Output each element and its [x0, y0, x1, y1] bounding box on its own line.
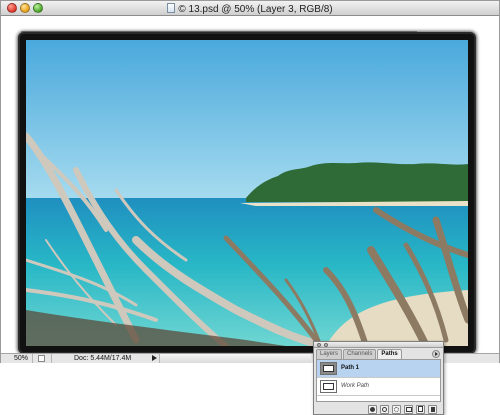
beach-photo — [26, 40, 468, 346]
path-row-path-1[interactable]: Path 1 — [317, 360, 440, 378]
fill-path-button[interactable] — [368, 404, 377, 414]
tab-paths[interactable]: Paths — [377, 349, 402, 359]
palette-menu-icon[interactable] — [432, 350, 440, 358]
palette-close-icon[interactable] — [317, 343, 321, 347]
document-icon — [167, 3, 176, 13]
new-path-icon — [418, 406, 423, 412]
path-name: Work Path — [341, 383, 370, 389]
palette-footer — [314, 403, 443, 415]
canvas-area[interactable] — [2, 17, 499, 353]
path-name: Path 1 — [341, 365, 360, 371]
tab-channels[interactable]: Channels — [343, 349, 377, 359]
make-work-path-button[interactable] — [404, 404, 413, 414]
zoom-level-field[interactable]: 50% — [3, 354, 33, 363]
horizontal-scrollbar[interactable] — [159, 354, 311, 363]
path-thumbnail — [320, 380, 337, 393]
tab-layers[interactable]: Layers — [316, 349, 343, 359]
fill-path-icon — [370, 406, 375, 412]
work-path-outline — [22, 31, 417, 32]
window-title: © 13.psd @ 50% (Layer 3, RGB/8) — [178, 4, 333, 15]
palette-title-bar[interactable] — [314, 342, 443, 348]
load-selection-button[interactable] — [392, 404, 401, 414]
delete-path-button[interactable] — [428, 404, 437, 414]
document-info: Doc: 5.44M/17.4M — [51, 354, 151, 363]
title-bar[interactable]: © 13.psd @ 50% (Layer 3, RGB/8) — [1, 1, 499, 16]
new-path-button[interactable] — [416, 404, 425, 414]
make-work-path-icon — [405, 406, 412, 412]
stroke-path-button[interactable] — [380, 404, 389, 414]
canvas-photo[interactable] — [20, 34, 474, 352]
delete-path-icon — [430, 406, 435, 412]
path-row-work-path[interactable]: Work Path — [317, 378, 440, 396]
palette-minimize-icon[interactable] — [324, 343, 328, 347]
path-list: Path 1 Work Path — [316, 359, 441, 402]
status-preview-icon[interactable] — [38, 355, 45, 362]
status-menu-arrow-icon[interactable] — [152, 355, 157, 361]
document-window: © 13.psd @ 50% (Layer 3, RGB/8) 50% Doc:… — [0, 0, 500, 363]
stroke-path-icon — [382, 406, 387, 412]
title-container: © 13.psd @ 50% (Layer 3, RGB/8) — [1, 3, 499, 15]
load-selection-icon — [394, 406, 399, 412]
palette-tabs: Layers Channels Paths — [316, 349, 403, 359]
paths-palette: Layers Channels Paths Path 1 Work Path — [313, 341, 444, 415]
path-thumbnail — [320, 362, 337, 375]
